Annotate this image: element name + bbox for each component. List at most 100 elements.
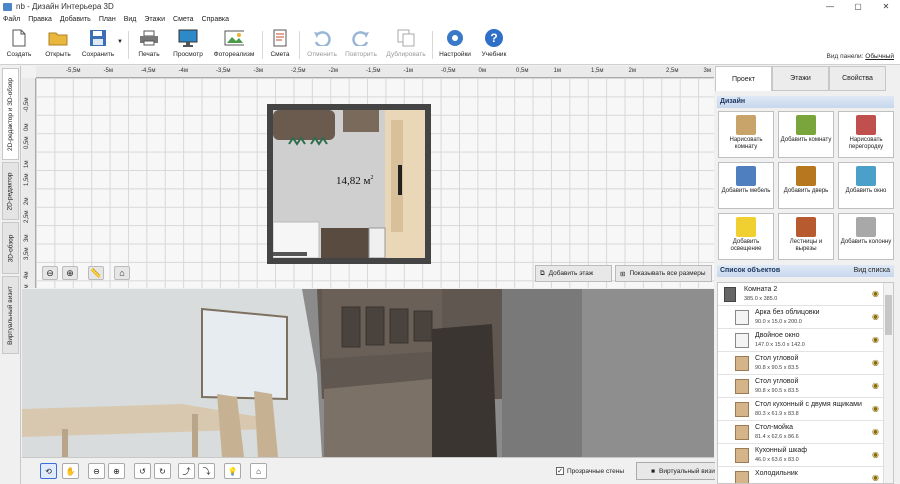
rotate-right-button[interactable]: ↻ [154, 463, 171, 479]
right-panel: Проект Этажи Свойства Дизайн Нарисовать … [715, 66, 900, 484]
zoom-out-plan-button[interactable]: ⊖ [42, 266, 58, 280]
tilt-down-button[interactable]: ⤵ [198, 463, 215, 479]
home-plan-button[interactable]: ⌂ [114, 266, 130, 280]
settings-button[interactable]: Настройки [436, 27, 474, 63]
estimate-button[interactable]: Смета [266, 27, 294, 63]
object-list-item[interactable]: Комната 2 385.0 x 385.0 ◉ [718, 283, 893, 306]
menu-view[interactable]: Вид [124, 16, 137, 23]
photorealism-button[interactable]: Фотореализм [212, 27, 256, 63]
tab-2d-and-3d[interactable]: 2D-редактор и 3D-обзор [2, 68, 19, 160]
object-list-item[interactable]: Стол-мойка 81.4 x 62.6 x 86.6 ◉ [718, 421, 893, 444]
print-button[interactable]: Печать [134, 27, 164, 63]
add-floor-button[interactable]: ⧉ Добавить этаж [535, 265, 612, 282]
panel-view-link[interactable]: Обычный [865, 53, 894, 60]
3d-viewport[interactable] [22, 289, 714, 457]
add-door-button[interactable]: Добавить дверь [778, 162, 834, 209]
scrollbar-thumb[interactable] [885, 295, 892, 335]
object-list-item[interactable]: Двойное окно 147.0 x 15.0 x 142.0 ◉ [718, 329, 893, 352]
room-thumbnail-icon [724, 287, 736, 302]
visibility-eye-icon[interactable]: ◉ [872, 473, 879, 482]
zoom-in-3d-button[interactable]: ⊕ [108, 463, 125, 479]
tab-floors[interactable]: Этажи [772, 66, 829, 91]
tab-properties[interactable]: Свойства [829, 66, 886, 91]
ruler-tick-label: -0,5м [24, 97, 30, 112]
rotate-360-button[interactable]: ⟲ [40, 463, 57, 479]
maximize-button[interactable]: ▢ [844, 0, 872, 13]
tab-3d-view[interactable]: 3D-обзор [2, 222, 19, 274]
menu-help[interactable]: Справка [202, 16, 229, 23]
menu-estimate[interactable]: Смета [173, 16, 194, 23]
ruler-tick-label: 3,5м [24, 247, 30, 260]
object-list-item[interactable]: Арка без облицовки 90.0 x 15.0 x 200.0 ◉ [718, 306, 893, 329]
add-furniture-button[interactable]: Добавить мебель [718, 162, 774, 209]
object-list-item[interactable]: Стол угловой 90.8 x 90.5 x 83.5 ◉ [718, 375, 893, 398]
menu-file[interactable]: Файл [3, 16, 20, 23]
save-button[interactable]: Сохранить [78, 27, 118, 63]
visibility-eye-icon[interactable]: ◉ [872, 404, 879, 413]
create-button[interactable]: Создать [2, 27, 36, 63]
stairs-and-cutouts-button[interactable]: Лестницы и вырезы [778, 213, 834, 260]
menu-edit[interactable]: Правка [28, 16, 52, 23]
close-button[interactable]: ✕ [872, 0, 900, 13]
draw-partition-button[interactable]: Нарисовать перегородку [838, 111, 894, 158]
photo-icon [224, 29, 244, 47]
add-window-button[interactable]: Добавить окно [838, 162, 894, 209]
rotate-left-button[interactable]: ↺ [134, 463, 151, 479]
lighting-button[interactable]: 💡 [224, 463, 241, 479]
toolbar-separator [128, 31, 129, 59]
object-dimensions: 81.4 x 62.6 x 86.6 [755, 434, 799, 440]
visibility-eye-icon[interactable]: ◉ [872, 335, 879, 344]
tab-2d-editor[interactable]: 2D-редактор [2, 162, 19, 220]
gear-icon [445, 29, 465, 47]
ruler-tick-label: 0м [478, 68, 486, 74]
add-column-button[interactable]: Добавить колонну [838, 213, 894, 260]
furniture-thumbnail-icon [735, 402, 749, 417]
object-list-item[interactable]: Кухонный шкаф 46.0 x 63.6 x 83.0 ◉ [718, 444, 893, 467]
grid-icon: ⊞ [620, 270, 626, 278]
arch-thumbnail-icon [735, 310, 749, 325]
object-list-item[interactable]: Холодильник ◉ [718, 467, 893, 483]
minimize-button[interactable]: — [816, 0, 844, 13]
ruler-tick-label: 4,5м [24, 285, 30, 288]
open-button[interactable]: Открыть [40, 27, 76, 63]
menu-floors[interactable]: Этажи [144, 16, 165, 23]
undo-button[interactable]: Отменить [303, 27, 341, 63]
menu-plan[interactable]: План [99, 16, 116, 23]
preview-button[interactable]: Просмотр [170, 27, 206, 63]
zoom-out-3d-button[interactable]: ⊖ [88, 463, 105, 479]
view-mode-tabs: 2D-редактор и 3D-обзор 2D-редактор 3D-об… [0, 66, 21, 484]
object-list-scrollbar[interactable] [883, 283, 893, 483]
show-all-sizes-button[interactable]: ⊞ Показывать все размеры [615, 265, 712, 282]
add-lighting-button[interactable]: Добавить освещение [718, 213, 774, 260]
object-list-item[interactable]: Стол угловой 90.8 x 90.5 x 83.5 ◉ [718, 352, 893, 375]
pan-hand-button[interactable]: ✋ [62, 463, 79, 479]
tab-virtual-visit[interactable]: Виртуальный визит [2, 276, 19, 354]
draw-room-button[interactable]: Нарисовать комнату [718, 111, 774, 158]
toolbar-separator [432, 31, 433, 59]
list-view-link[interactable]: Вид списка [854, 265, 890, 277]
folder-icon [48, 29, 68, 47]
tutorial-button[interactable]: ? Учебник [478, 27, 510, 63]
furniture-thumbnail-icon [735, 448, 749, 463]
visibility-eye-icon[interactable]: ◉ [872, 381, 879, 390]
transparent-walls-checkbox[interactable]: ✓ Прозрачные стены [556, 467, 624, 475]
room-area-label: 14,82 м2 [336, 175, 374, 187]
visibility-eye-icon[interactable]: ◉ [872, 312, 879, 321]
duplicate-button[interactable]: Дублировать [383, 27, 429, 63]
object-name: Комната 2 [744, 286, 778, 293]
visibility-eye-icon[interactable]: ◉ [872, 450, 879, 459]
redo-button[interactable]: Повторить [341, 27, 381, 63]
visibility-eye-icon[interactable]: ◉ [872, 427, 879, 436]
zoom-in-plan-button[interactable]: ⊕ [62, 266, 78, 280]
visibility-eye-icon[interactable]: ◉ [872, 289, 879, 298]
menu-add[interactable]: Добавить [60, 16, 91, 23]
home-3d-button[interactable]: ⌂ [250, 463, 267, 479]
object-list-item[interactable]: Стол кухонный с двумя ящиками 80.3 x 61.9… [718, 398, 893, 421]
vertical-ruler: -0,5м 0м 0,5м 1м 1,5м 2м 2,5м 3м 3,5м 4м 4,5м [22, 78, 36, 288]
tilt-up-button[interactable]: ⤴ [178, 463, 195, 479]
add-room-button[interactable]: Добавить комнату [778, 111, 834, 158]
save-dropdown-icon[interactable]: ▼ [117, 39, 123, 45]
measure-button[interactable]: 📏 [88, 266, 104, 280]
tab-project[interactable]: Проект [715, 66, 772, 91]
visibility-eye-icon[interactable]: ◉ [872, 358, 879, 367]
